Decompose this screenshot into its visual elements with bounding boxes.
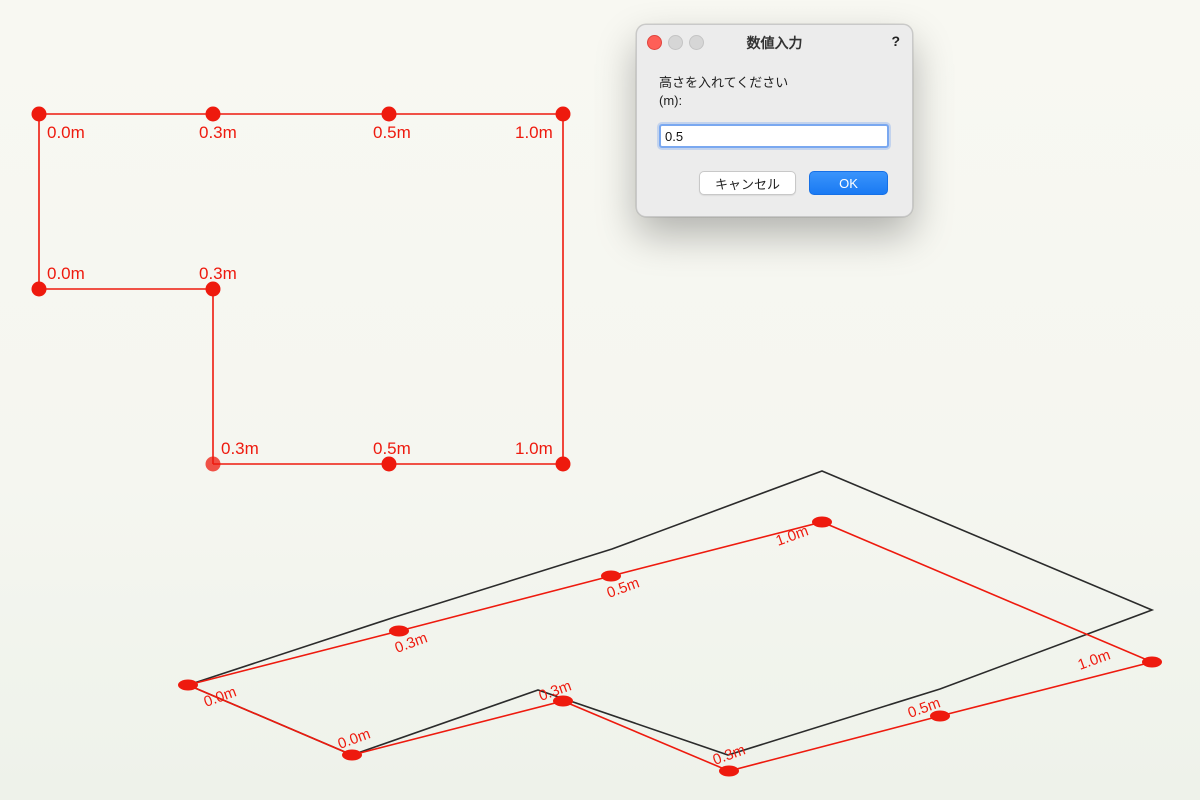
iso-height-label: 0.0m [202, 683, 239, 710]
plan-height-label: 0.3m [199, 123, 237, 142]
iso-height-label: 0.0m [336, 725, 373, 752]
iso-outline [187, 470, 1155, 756]
plan-vertex-handle[interactable] [31, 106, 47, 122]
numeric-input-dialog: 数値入力 ? 高さを入れてください (m): キャンセル OK [636, 24, 913, 217]
plan-height-label: 0.0m [47, 264, 85, 283]
plan-vertex-handle[interactable] [205, 106, 221, 122]
iso-vertex-handle[interactable] [1142, 656, 1162, 668]
ok-button[interactable]: OK [809, 171, 888, 195]
drawing-canvas[interactable]: 0.0m 0.3m 0.5m 1.0m 0.0m 0.3m 0.3m 0.5m 1.0m 0.0… [0, 0, 1200, 800]
plan-vertex-handle[interactable] [381, 456, 397, 472]
iso-height-label: 1.0m [774, 522, 811, 549]
plan-vertex-handle[interactable] [381, 106, 397, 122]
cancel-button[interactable]: キャンセル [699, 171, 796, 195]
iso-height-label: 1.0m [1076, 646, 1113, 673]
help-icon[interactable]: ? [891, 33, 900, 49]
plan-height-label: 0.5m [373, 123, 411, 142]
plan-height-label: 0.3m [221, 439, 259, 458]
height-prompt: 高さを入れてください (m): [659, 75, 789, 108]
plan-height-label: 0.0m [47, 123, 85, 142]
iso-height-label: 0.3m [711, 741, 748, 768]
plan-vertex-handle[interactable] [31, 281, 47, 297]
iso-base-outline [187, 521, 1155, 772]
plan-height-label: 1.0m [515, 439, 553, 458]
plan-vertex-handle[interactable] [555, 456, 571, 472]
plan-view: 0.0m 0.3m 0.5m 1.0m 0.0m 0.3m 0.3m 0.5m 1.0m [31, 106, 571, 472]
dialog-title: 数値入力 [746, 35, 803, 51]
plan-height-label: 0.5m [373, 439, 411, 458]
plan-vertex-handle[interactable] [205, 456, 221, 472]
plan-vertex-handle[interactable] [555, 106, 571, 122]
isometric-view: 0.0m0.3m0.5m1.0m1.0m0.5m0.3m0.3m0.0m [178, 470, 1162, 777]
iso-vertex-handle[interactable] [719, 765, 739, 777]
height-input[interactable] [659, 124, 889, 148]
dialog-titlebar[interactable]: 数値入力 ? [637, 25, 912, 59]
plan-height-label: 1.0m [515, 123, 553, 142]
iso-vertex-handle[interactable] [178, 679, 198, 691]
iso-vertex-handle[interactable] [812, 516, 832, 528]
plan-height-label: 0.3m [199, 264, 237, 283]
plan-vertex-handle[interactable] [205, 281, 221, 297]
